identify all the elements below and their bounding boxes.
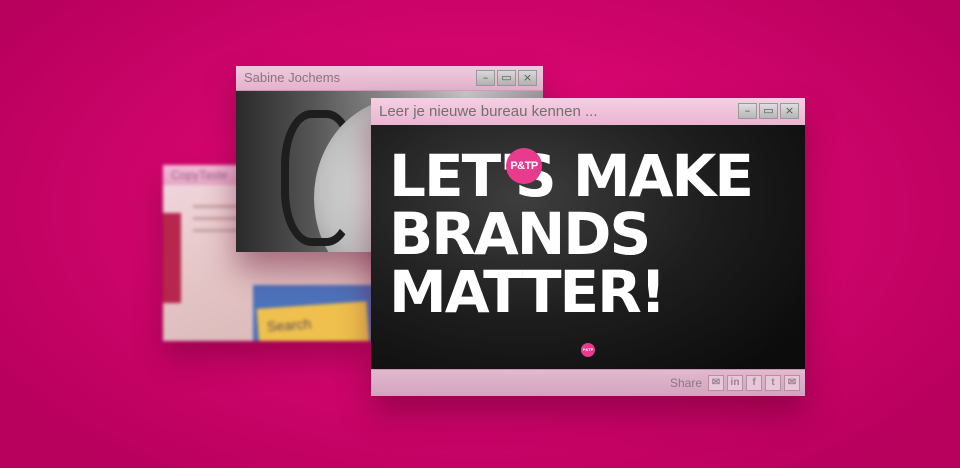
window-titlebar[interactable]: Leer je nieuwe bureau kennen ... – ▭ × <box>371 98 805 126</box>
mail-icon[interactable]: ✉ <box>784 375 800 391</box>
headline-line-3: MATTER! <box>389 258 666 326</box>
window-title: CopyTaste <box>171 168 228 182</box>
headline-line-2: BRANDS <box>389 200 651 268</box>
minimize-button[interactable]: – <box>738 103 757 119</box>
brand-logo-small: P&TP <box>581 343 595 357</box>
share-bar: Share ✉ in f t ✉ <box>371 369 805 396</box>
brand-logo: P&TP <box>506 148 542 184</box>
headline: LET'S MAKE BRANDS MATTER! <box>389 147 809 321</box>
close-button[interactable]: × <box>780 103 799 119</box>
share-icons: ✉ in f t ✉ <box>708 375 800 391</box>
restore-button[interactable]: ▭ <box>759 103 778 119</box>
video-stage[interactable]: LET'S MAKE BRANDS MATTER! P&TP P&TP <box>371 125 805 370</box>
close-button[interactable]: × <box>518 70 537 86</box>
main-window[interactable]: Leer je nieuwe bureau kennen ... – ▭ × L… <box>371 98 805 396</box>
share-label: Share <box>669 376 702 390</box>
preview-search-text: Search <box>266 315 312 335</box>
restore-button[interactable]: ▭ <box>497 70 516 86</box>
preview-red-block <box>163 213 181 303</box>
window-titlebar[interactable]: Sabine Jochems – ▭ × <box>236 66 543 91</box>
facebook-icon[interactable]: f <box>746 375 762 391</box>
photo-headphones <box>281 110 357 246</box>
window-controls: – ▭ × <box>738 103 799 119</box>
minimize-button[interactable]: – <box>476 70 495 86</box>
window-title: Leer je nieuwe bureau kennen ... <box>379 103 598 120</box>
window-controls: – ▭ × <box>476 70 537 86</box>
window-title: Sabine Jochems <box>244 70 341 85</box>
linkedin-icon[interactable]: in <box>727 375 743 391</box>
twitter-icon[interactable]: t <box>765 375 781 391</box>
headline-line-1: LET'S MAKE <box>389 142 754 210</box>
email-icon[interactable]: ✉ <box>708 375 724 391</box>
